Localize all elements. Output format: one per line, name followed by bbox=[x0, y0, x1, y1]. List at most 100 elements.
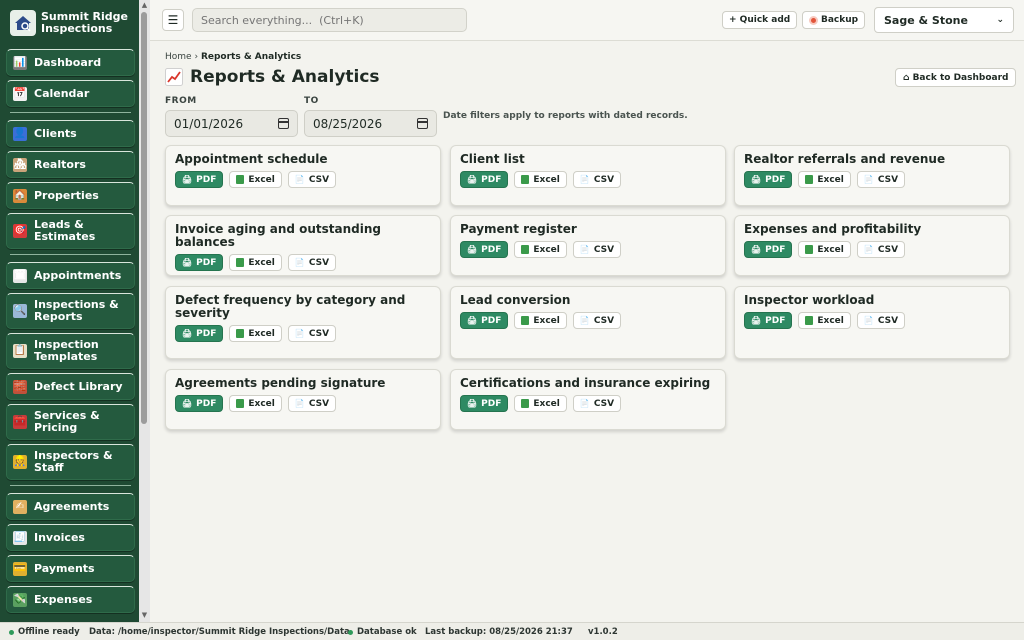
app-version: v1.0.2 bbox=[588, 627, 618, 637]
to-date-input[interactable]: 08/25/2026 bbox=[304, 110, 437, 137]
data-path: Data: /home/inspector/Summit Ridge Inspe… bbox=[89, 627, 350, 637]
export-csv-button[interactable]: 📄 CSV bbox=[287, 254, 337, 271]
export-excel-label: Excel bbox=[533, 244, 560, 255]
sidebar-item-inspectors-staff[interactable]: 👷 Inspectors & Staff bbox=[6, 444, 135, 480]
workspace-select[interactable]: Sage & Stone ⌄ bbox=[874, 7, 1014, 33]
export-pdf-button[interactable]: 🖨 PDF bbox=[744, 241, 793, 258]
export-excel-label: Excel bbox=[248, 398, 275, 409]
sidebar-item-services-pricing[interactable]: 🧰 Services & Pricing bbox=[6, 404, 135, 440]
export-excel-label: Excel bbox=[248, 328, 275, 339]
export-pdf-label: PDF bbox=[481, 315, 502, 326]
export-csv-button[interactable]: 📄 CSV bbox=[856, 241, 906, 258]
export-pdf-button[interactable]: 🖨 PDF bbox=[175, 171, 224, 188]
export-csv-label: CSV bbox=[593, 398, 615, 409]
export-excel-button[interactable]: Excel bbox=[229, 325, 282, 342]
export-csv-button[interactable]: 📄 CSV bbox=[287, 395, 337, 412]
export-csv-button[interactable]: 📄 CSV bbox=[856, 171, 906, 188]
sidebar-item-defect-library[interactable]: 🧱 Defect Library bbox=[6, 373, 135, 400]
export-excel-button[interactable]: Excel bbox=[229, 171, 282, 188]
export-csv-button[interactable]: 📄 CSV bbox=[572, 171, 622, 188]
breadcrumb: Home › Reports & Analytics bbox=[165, 52, 301, 62]
sidebar-item-label: Properties bbox=[34, 188, 99, 202]
report-title: Payment register bbox=[460, 222, 577, 236]
scroll-down-icon[interactable]: ▼ bbox=[140, 611, 149, 619]
export-pdf-button[interactable]: 🖨 PDF bbox=[744, 312, 793, 329]
from-label: FROM bbox=[165, 96, 197, 106]
export-pdf-button[interactable]: 🖨 PDF bbox=[175, 395, 224, 412]
toolbox-icon: 🧰 bbox=[13, 415, 27, 429]
export-csv-button[interactable]: 📄 CSV bbox=[287, 171, 337, 188]
sidebar-item-expenses[interactable]: 💸 Expenses bbox=[6, 586, 135, 613]
houses-icon: 🏘 bbox=[13, 157, 27, 172]
from-date-input[interactable]: 01/01/2026 bbox=[165, 110, 298, 137]
status-bar: Offline ready Data: /home/inspector/Summ… bbox=[0, 622, 1024, 640]
export-csv-button[interactable]: 📄 CSV bbox=[572, 312, 622, 329]
target-icon: 🎯 bbox=[13, 224, 27, 238]
export-pdf-button[interactable]: 🖨 PDF bbox=[175, 325, 224, 342]
export-excel-button[interactable]: Excel bbox=[514, 241, 567, 258]
export-pdf-button[interactable]: 🖨 PDF bbox=[460, 171, 509, 188]
export-excel-button[interactable]: Excel bbox=[229, 395, 282, 412]
export-excel-button[interactable]: Excel bbox=[229, 254, 282, 271]
sidebar-item-properties[interactable]: 🏠 Properties bbox=[6, 182, 135, 209]
sidebar-item-clients[interactable]: 👤 Clients bbox=[6, 120, 135, 147]
sidebar-item-dashboard[interactable]: 📊 Dashboard bbox=[6, 49, 135, 76]
sidebar-item-inspection-templates[interactable]: 📋 Inspection Templates bbox=[6, 333, 135, 369]
export-csv-button[interactable]: 📄 CSV bbox=[572, 241, 622, 258]
sidebar-divider bbox=[10, 254, 131, 255]
sidebar-item-invoices[interactable]: 🧾 Invoices bbox=[6, 524, 135, 551]
backup-button[interactable]: Backup bbox=[802, 11, 866, 29]
export-csv-button[interactable]: 📄 CSV bbox=[572, 395, 622, 412]
export-excel-button[interactable]: Excel bbox=[798, 241, 851, 258]
document-icon: 📄 bbox=[294, 329, 305, 338]
export-csv-button[interactable]: 📄 CSV bbox=[856, 312, 906, 329]
export-excel-button[interactable]: Excel bbox=[514, 171, 567, 188]
hamburger-icon: ☰ bbox=[167, 13, 179, 27]
calendar-icon[interactable] bbox=[417, 118, 428, 129]
house-icon: 🏠 bbox=[13, 188, 27, 203]
sidebar-item-label: Inspectors & Staff bbox=[34, 449, 113, 474]
report-actions: 🖨 PDF Excel 📄 CSV bbox=[744, 312, 1000, 329]
export-pdf-button[interactable]: 🖨 PDF bbox=[460, 241, 509, 258]
scroll-up-icon[interactable]: ▲ bbox=[140, 1, 149, 9]
report-title: Lead conversion bbox=[460, 293, 571, 307]
export-pdf-button[interactable]: 🖨 PDF bbox=[460, 312, 509, 329]
scrollbar-thumb[interactable] bbox=[141, 12, 147, 424]
export-pdf-label: PDF bbox=[196, 174, 217, 185]
export-csv-label: CSV bbox=[877, 315, 899, 326]
export-csv-label: CSV bbox=[308, 174, 330, 185]
report-actions: 🖨 PDF Excel 📄 CSV bbox=[175, 254, 431, 271]
sidebar-item-label: Agreements bbox=[34, 499, 110, 513]
calendar-icon[interactable] bbox=[278, 118, 289, 129]
export-excel-button[interactable]: Excel bbox=[798, 171, 851, 188]
export-pdf-label: PDF bbox=[481, 244, 502, 255]
chevron-down-icon: ⌄ bbox=[996, 15, 1004, 25]
export-excel-label: Excel bbox=[248, 174, 275, 185]
menu-button[interactable]: ☰ bbox=[162, 9, 184, 31]
sidebar-item-calendar[interactable]: 📅 Calendar bbox=[6, 80, 135, 107]
sidebar-item-inspections-reports[interactable]: 🔍 Inspections & Reports bbox=[6, 293, 135, 329]
sidebar-item-appointments[interactable]: 🗓 Appointments bbox=[6, 262, 135, 289]
export-csv-button[interactable]: 📄 CSV bbox=[287, 325, 337, 342]
report-title: Defect frequency by category and severit… bbox=[175, 293, 406, 320]
sidebar-item-leads-estimates[interactable]: 🎯 Leads & Estimates bbox=[6, 213, 135, 249]
breadcrumb-home[interactable]: Home bbox=[165, 52, 192, 62]
export-pdf-button[interactable]: 🖨 PDF bbox=[175, 254, 224, 271]
quick-add-button[interactable]: + Quick add bbox=[722, 11, 798, 29]
sidebar-scrollbar[interactable]: ▲ ▼ bbox=[139, 0, 150, 622]
sidebar-item-realtors[interactable]: 🏘 Realtors bbox=[6, 151, 135, 178]
spreadsheet-icon bbox=[236, 258, 245, 267]
export-pdf-label: PDF bbox=[765, 315, 786, 326]
export-excel-button[interactable]: Excel bbox=[514, 395, 567, 412]
sidebar-item-payments[interactable]: 💳 Payments bbox=[6, 555, 135, 582]
topbar: ☰ + Quick add Backup Sage & Stone ⌄ bbox=[150, 0, 1024, 41]
export-excel-button[interactable]: Excel bbox=[514, 312, 567, 329]
back-to-dashboard-button[interactable]: ⌂ Back to Dashboard bbox=[895, 68, 1017, 87]
printer-icon: 🖨 bbox=[467, 399, 478, 408]
export-excel-button[interactable]: Excel bbox=[798, 312, 851, 329]
export-pdf-button[interactable]: 🖨 PDF bbox=[744, 171, 793, 188]
export-pdf-button[interactable]: 🖨 PDF bbox=[460, 395, 509, 412]
sidebar-item-agreements[interactable]: ✍ Agreements bbox=[6, 493, 135, 520]
search-input[interactable] bbox=[192, 8, 467, 32]
brand[interactable]: Summit Ridge Inspections bbox=[0, 0, 150, 46]
